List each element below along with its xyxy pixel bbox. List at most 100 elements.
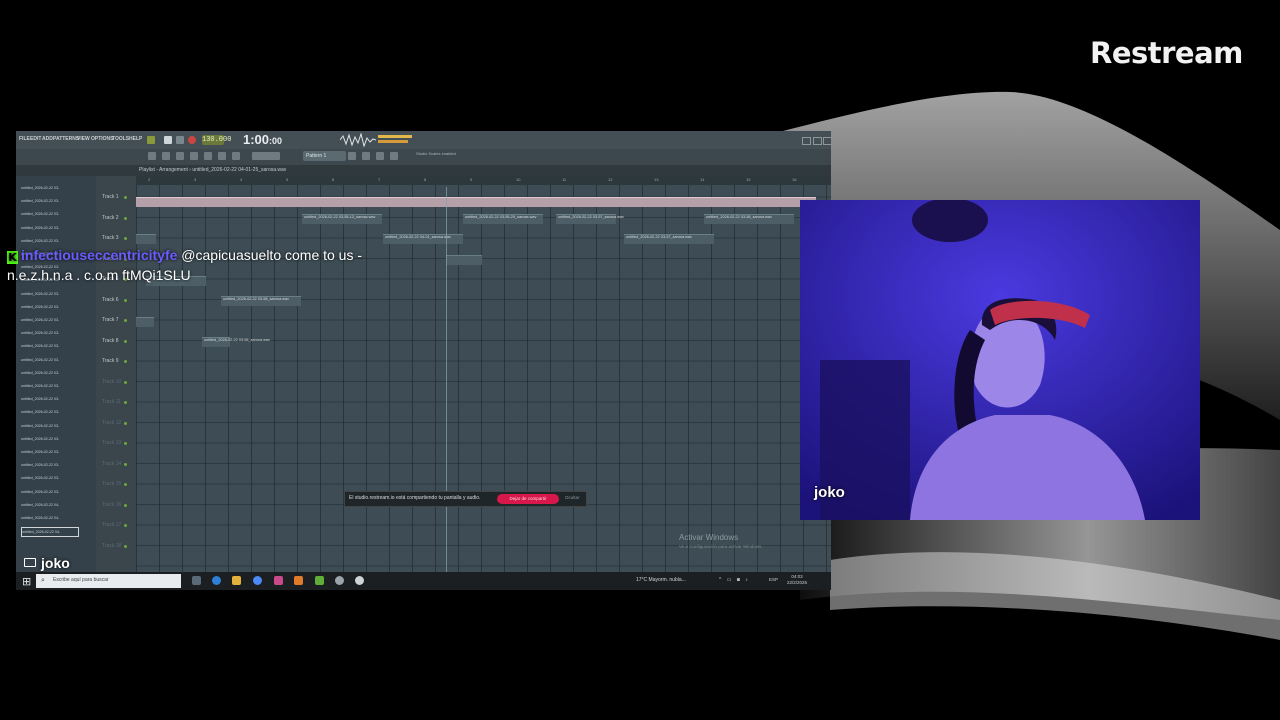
browser-file-item[interactable]: untitled_2026-02-22 04- <box>21 514 77 522</box>
menu-add[interactable]: ADD <box>42 136 53 142</box>
timeline-ruler[interactable]: 23456789101112131415161718 <box>136 176 831 185</box>
browser-file-item[interactable]: untitled_2026-02-22 03- <box>21 461 77 469</box>
windows-start-icon[interactable]: ⊞ <box>22 575 31 588</box>
menu-tools[interactable]: TOOLS <box>112 136 129 142</box>
browser-file-item[interactable]: untitled_2026-02-22 03- <box>21 448 77 456</box>
browser-file-item[interactable]: untitled_2026-02-22 04- <box>21 501 77 509</box>
track-label[interactable]: Track 3 <box>102 235 118 241</box>
track-mute-led[interactable] <box>124 401 127 404</box>
menu-edit[interactable]: EDIT <box>30 136 41 142</box>
track-label[interactable]: Track 11 <box>102 399 121 405</box>
weather-widget[interactable]: 17°C Mayorm. nubla... <box>636 577 686 583</box>
browser-file-item[interactable]: untitled_2026-02-22 03- <box>21 303 77 311</box>
chrome-icon[interactable] <box>253 576 262 585</box>
browser-file-item[interactable]: untitled_2026-02-22 03- <box>21 210 77 218</box>
playlist-grid[interactable] <box>136 176 831 572</box>
browser-file-item[interactable]: untitled_2026-02-22 03- <box>21 356 77 364</box>
track-label[interactable]: Track 6 <box>102 297 118 303</box>
app-icon[interactable] <box>274 576 283 585</box>
browser-file-item[interactable]: untitled_2026-02-22 03- <box>21 488 77 496</box>
audio-clip[interactable]: untitled_2026-02-22 03-57_sarosa.wav <box>556 214 624 224</box>
browser-file-item[interactable]: untitled_2026-02-22 03- <box>21 197 77 205</box>
pattern-selector[interactable]: Pattern 1 <box>303 151 346 161</box>
audio-clip[interactable]: untitled_2026-02-22 03-57_sarosa.wav <box>624 234 714 244</box>
browser-file-item[interactable]: untitled_2026-02-22 03- <box>21 435 77 443</box>
close-icon[interactable] <box>823 137 831 145</box>
audio-clip[interactable] <box>136 197 816 207</box>
tool-icon[interactable] <box>376 152 384 160</box>
minimize-icon[interactable] <box>802 137 811 145</box>
channel-rack-icon[interactable] <box>176 152 184 160</box>
track-mute-led[interactable] <box>124 503 127 507</box>
playlist-icon[interactable] <box>204 152 212 160</box>
piano-roll-icon[interactable] <box>190 152 198 160</box>
browser-file-item[interactable]: untitled_2026-02-22 03- <box>21 369 77 377</box>
browser-icon[interactable] <box>218 152 226 160</box>
track-label[interactable]: Track 2 <box>102 215 118 221</box>
track-mute-led[interactable] <box>124 462 127 466</box>
track-label[interactable]: Track 13 <box>102 440 121 446</box>
track-mute-led[interactable] <box>124 380 127 384</box>
track-mute-led[interactable] <box>124 442 127 445</box>
track-mute-led[interactable] <box>124 544 127 548</box>
taskbar-clock[interactable]: 04:03 22/2/2026 <box>787 574 807 586</box>
track-mute-led[interactable] <box>124 196 127 199</box>
track-label[interactable]: Track 18 <box>102 543 121 549</box>
menu-help[interactable]: HELP <box>129 136 142 142</box>
audio-clip[interactable] <box>136 234 156 244</box>
record-icon[interactable] <box>188 136 196 144</box>
tempo-display[interactable]: 130.000 <box>202 135 231 145</box>
stop-sharing-button[interactable]: Dejar de compartir <box>497 494 559 504</box>
browser-file-item[interactable]: untitled_2026-02-22 03- <box>21 382 77 390</box>
track-label[interactable]: Track 16 <box>102 502 121 508</box>
track-label[interactable]: Track 17 <box>102 522 121 528</box>
audio-clip[interactable]: untitled_2026-02-22 03-56_sarosa.wav <box>202 337 270 347</box>
menu-patterns[interactable]: PATTERNS <box>53 136 79 142</box>
browser-file-item[interactable]: untitled_2026-02-22 04- <box>21 527 79 538</box>
browser-file-item[interactable]: untitled_2026-02-22 03- <box>21 224 77 232</box>
snap-icon[interactable] <box>148 152 156 160</box>
taskbar-search[interactable]: ⌕ Escribe aquí para buscar <box>36 574 181 588</box>
stop-icon[interactable] <box>176 136 184 144</box>
audio-clip[interactable]: untitled_2026-02-22 03-58_sarosa.wav <box>221 296 301 306</box>
audio-clip[interactable] <box>446 255 482 265</box>
edge-icon[interactable] <box>212 576 221 585</box>
menu-file[interactable]: FILE <box>19 136 30 142</box>
browser-file-item[interactable]: untitled_2026-02-22 03- <box>21 237 77 245</box>
audio-clip[interactable]: untitled_2026-02-22 03-58_sarosa.wav <box>704 214 794 224</box>
track-mute-led[interactable] <box>124 237 127 240</box>
track-mute-led[interactable] <box>124 524 127 527</box>
play-icon[interactable] <box>164 136 172 144</box>
hide-notification-button[interactable]: Ocultar <box>565 495 580 500</box>
settings-gear-icon[interactable] <box>355 576 364 585</box>
browser-file-item[interactable]: untitled_2026-02-22 03- <box>21 184 77 192</box>
tool-icon[interactable] <box>348 152 356 160</box>
maximize-icon[interactable] <box>813 137 822 145</box>
browser-file-item[interactable]: untitled_2026-02-22 03- <box>21 422 77 430</box>
track-label[interactable]: Track 14 <box>102 461 121 467</box>
browser-file-item[interactable]: untitled_2026-02-22 03- <box>21 290 77 298</box>
track-label[interactable]: Track 12 <box>102 420 121 426</box>
menu-view[interactable]: VIEW <box>77 136 90 142</box>
track-label[interactable]: Track 8 <box>102 338 118 344</box>
track-label[interactable]: Track 1 <box>102 194 118 200</box>
track-mute-led[interactable] <box>124 483 127 486</box>
mic-icon[interactable] <box>232 152 240 160</box>
track-label[interactable]: Track 9 <box>102 358 118 364</box>
task-view-icon[interactable] <box>192 576 201 585</box>
file-explorer-icon[interactable] <box>232 576 241 585</box>
mixer-icon[interactable] <box>162 152 170 160</box>
audio-clip[interactable]: untitled_2026-02-22 03-55-13_sarosa.wav <box>302 214 382 224</box>
tool-icon[interactable] <box>390 152 398 160</box>
track-label[interactable]: Track 10 <box>102 379 121 385</box>
menu-options[interactable]: OPTIONS <box>91 136 114 142</box>
track-mute-led[interactable] <box>124 298 127 302</box>
track-label[interactable]: Track 7 <box>102 317 118 323</box>
tool-icon[interactable] <box>362 152 370 160</box>
snap-select[interactable] <box>252 152 280 160</box>
app-icon[interactable] <box>335 576 344 585</box>
pattern-song-toggle[interactable] <box>147 136 155 144</box>
audio-clip[interactable] <box>136 317 154 327</box>
track-mute-led[interactable] <box>124 360 127 363</box>
browser-file-item[interactable]: untitled_2026-02-22 03- <box>21 316 77 324</box>
